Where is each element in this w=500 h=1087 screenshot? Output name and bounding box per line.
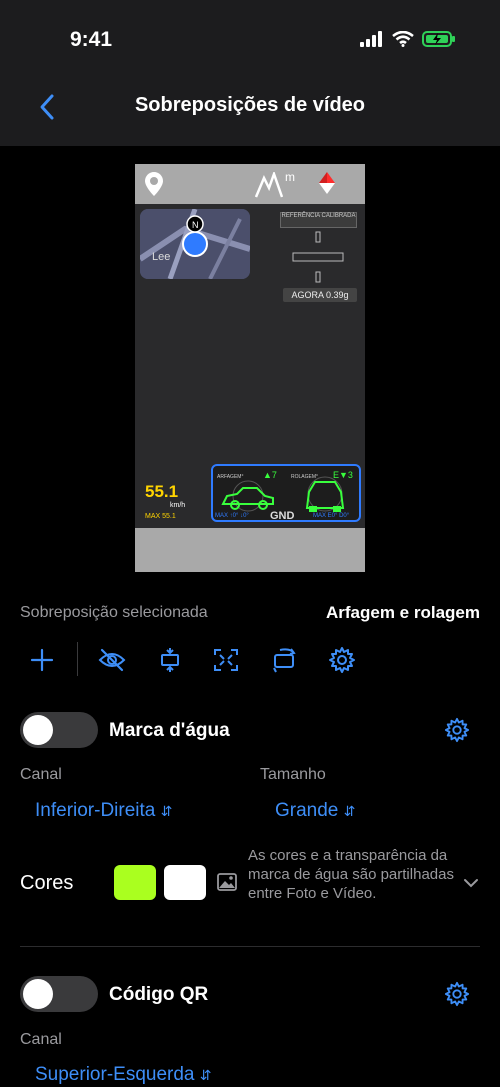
preview-top-bar: m xyxy=(135,164,365,204)
gear-icon[interactable] xyxy=(328,646,356,674)
preview-mini-map: N Lee xyxy=(140,209,250,279)
altitude-unit: m xyxy=(285,170,295,184)
g-force-now-label: AGORA 0.39g xyxy=(283,288,357,302)
rotate-icon[interactable] xyxy=(270,646,298,674)
qr-code-settings-icon[interactable] xyxy=(444,981,470,1007)
add-icon[interactable] xyxy=(28,646,56,674)
qr-code-title: Código QR xyxy=(109,984,209,1005)
fullscreen-icon[interactable] xyxy=(212,646,240,674)
toggle-knob xyxy=(23,979,53,1009)
preview-bottom-bar xyxy=(135,528,365,572)
chevron-down-icon[interactable] xyxy=(463,877,479,889)
qr-channel-value: Superior-Esquerda xyxy=(35,1064,195,1085)
qr-code-toggle[interactable] xyxy=(20,976,98,1012)
car-front-icon xyxy=(305,476,345,512)
watermark-channel-picker[interactable]: Inferior-Direita ⇵ xyxy=(35,800,172,822)
svg-text:N: N xyxy=(192,220,199,230)
watermark-size-value: Grande xyxy=(275,800,339,821)
g-force-crosshair xyxy=(292,231,344,283)
mountain-icon xyxy=(255,172,283,198)
chevron-updown-icon: ⇵ xyxy=(160,803,173,819)
speed-unit: km/h xyxy=(170,502,186,509)
compass-arrow-icon xyxy=(319,172,335,194)
roll-max: MAX E0° D0° xyxy=(313,513,350,519)
signal-icon xyxy=(360,31,382,47)
watermark-size-picker[interactable]: Grande ⇵ xyxy=(275,800,355,822)
status-time: 9:41 xyxy=(70,28,113,51)
watermark-channel-label: Canal xyxy=(20,766,62,783)
color-swatch-primary[interactable] xyxy=(114,865,156,900)
selected-overlay-label: Sobreposição selecionada xyxy=(20,604,208,621)
status-icons xyxy=(360,30,456,48)
battery-charging-icon xyxy=(422,31,455,47)
navigation-bar: Sobreposições de vídeo xyxy=(0,80,500,146)
pitch-value: ▲7 xyxy=(263,470,277,480)
qr-channel-picker[interactable]: Superior-Esquerda ⇵ xyxy=(35,1064,212,1086)
overlay-toolbar xyxy=(20,640,360,680)
chevron-updown-icon: ⇵ xyxy=(343,803,356,819)
pitch-max: MAX ↑0° ↓0° xyxy=(215,513,249,519)
selected-overlay-value[interactable]: Arfagem e rolagem xyxy=(326,603,480,623)
map-street-label: Lee xyxy=(152,251,171,263)
color-swatch-secondary[interactable] xyxy=(164,865,206,900)
watermark-info-text: As cores e a transparência da marca de á… xyxy=(248,847,454,902)
watermark-toggle[interactable] xyxy=(20,712,98,748)
chevron-updown-icon: ⇵ xyxy=(199,1067,212,1083)
reference-calibrated-label: REFERÊNCIA CALIBRADA xyxy=(280,212,357,228)
section-divider xyxy=(20,946,480,947)
toolbar-divider xyxy=(77,642,78,676)
overlay-preview[interactable]: m N Lee REFERÊNCIA CALIBRADA AGORA 0.39g… xyxy=(135,164,365,572)
gnd-label: GND xyxy=(270,510,295,522)
colors-label: Cores xyxy=(20,872,74,894)
speed-max: MAX 55.1 xyxy=(145,513,176,520)
status-bar: 9:41 xyxy=(0,0,500,80)
watermark-title: Marca d'água xyxy=(109,720,230,741)
speed-value: 55.1 xyxy=(145,482,179,501)
wifi-icon xyxy=(392,31,414,47)
watermark-size-label: Tamanho xyxy=(260,766,326,783)
image-icon[interactable] xyxy=(217,873,237,891)
toggle-knob xyxy=(23,715,53,745)
car-side-icon xyxy=(221,480,274,512)
hide-icon[interactable] xyxy=(98,646,126,674)
location-pin-icon xyxy=(145,172,163,196)
align-vertical-icon[interactable] xyxy=(156,646,184,674)
qr-channel-label: Canal xyxy=(20,1031,62,1048)
page-title: Sobreposições de vídeo xyxy=(134,94,366,116)
watermark-channel-value: Inferior-Direita xyxy=(35,800,156,821)
watermark-settings-icon[interactable] xyxy=(444,717,470,743)
